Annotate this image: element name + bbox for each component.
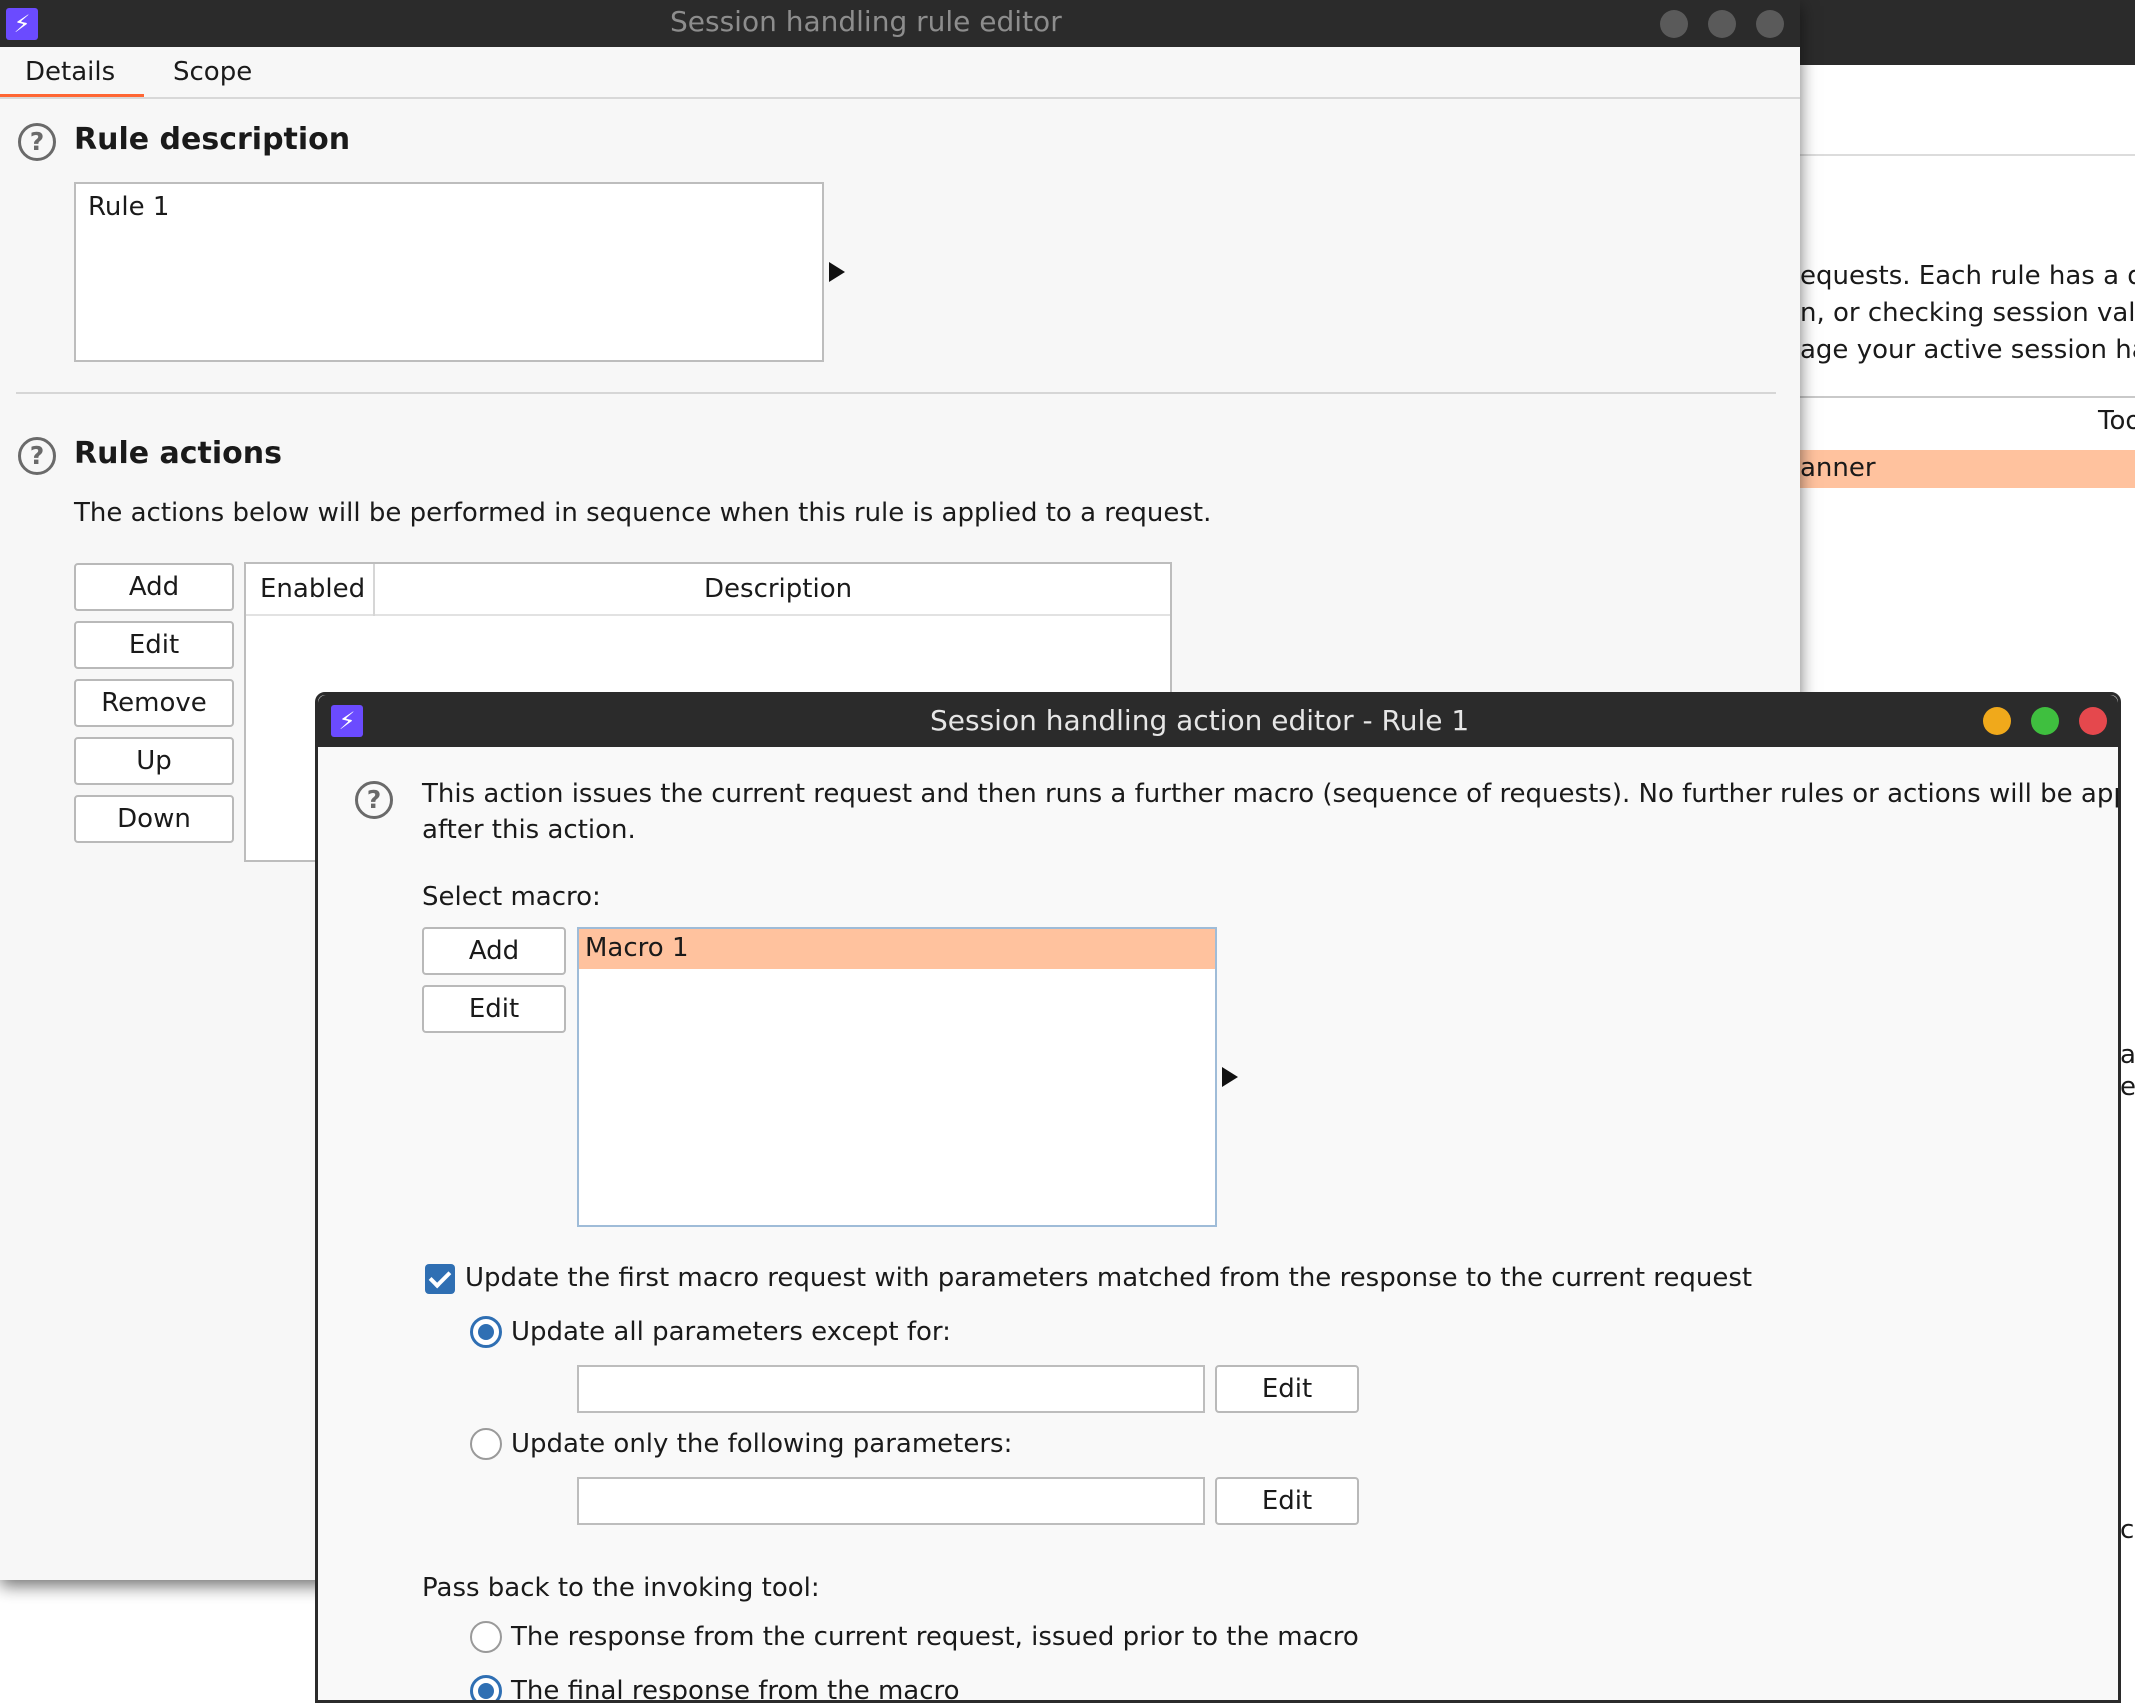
pass-back-final-response-label[interactable]: The final response from the macro	[511, 1676, 960, 1700]
remove-action-button[interactable]: Remove	[74, 679, 234, 727]
background-window-separator	[1790, 154, 2135, 156]
except-parameters-input[interactable]	[577, 1365, 1205, 1413]
edit-except-parameters-button[interactable]: Edit	[1215, 1365, 1359, 1413]
rule-editor-title: Session handling rule editor	[670, 5, 1062, 38]
table-header: Enabled Description	[246, 564, 1170, 616]
move-down-button[interactable]: Down	[74, 795, 234, 843]
section-divider	[16, 392, 1776, 394]
update-all-parameters-radio[interactable]	[470, 1316, 502, 1348]
edit-only-parameters-button[interactable]: Edit	[1215, 1477, 1359, 1525]
edit-action-button[interactable]: Edit	[74, 621, 234, 669]
maximize-button[interactable]	[1708, 10, 1736, 38]
app-lightning-icon: ⚡	[6, 8, 38, 40]
pass-back-current-response-radio[interactable]	[470, 1621, 502, 1653]
background-table-cell: anner	[1800, 453, 1876, 483]
background-window-titlebar	[1790, 0, 2135, 65]
column-header-description[interactable]: Description	[704, 574, 852, 604]
macro-list-item-selected[interactable]: Macro 1	[579, 929, 1215, 969]
tabs-divider	[0, 97, 1800, 99]
tab-details[interactable]: Details	[25, 57, 115, 87]
background-table-column-header: Too	[2098, 406, 2135, 436]
background-window-description: equests. Each rule has a de n, or checki…	[1800, 258, 2135, 369]
action-editor-title: Session handling action editor - Rule 1	[930, 704, 1470, 737]
update-only-parameters-radio[interactable]	[470, 1428, 502, 1460]
background-text-line: n, or checking session validi	[1800, 298, 2135, 328]
background-text-fragment: e	[2120, 1072, 2135, 1102]
update-only-parameters-label[interactable]: Update only the following parameters:	[511, 1429, 1012, 1459]
rule-actions-heading: Rule actions	[74, 436, 283, 471]
pass-back-label: Pass back to the invoking tool:	[422, 1573, 820, 1603]
background-text-line: equests. Each rule has a de	[1800, 261, 2135, 291]
move-up-button[interactable]: Up	[74, 737, 234, 785]
action-info-line-2: after this action.	[422, 815, 636, 845]
update-all-parameters-label[interactable]: Update all parameters except for:	[511, 1317, 951, 1347]
background-text-fragment: a	[2120, 1040, 2135, 1070]
close-button[interactable]	[1756, 10, 1784, 38]
minimize-button[interactable]	[1983, 707, 2011, 735]
background-table-selected-row[interactable]: anner	[1790, 450, 2135, 488]
help-icon[interactable]: ?	[18, 437, 56, 475]
macro-list[interactable]: Macro 1	[577, 927, 1217, 1227]
pass-back-current-response-label[interactable]: The response from the current request, i…	[511, 1622, 1359, 1652]
column-header-enabled[interactable]: Enabled	[260, 574, 365, 604]
add-macro-button[interactable]: Add	[422, 927, 566, 975]
update-macro-request-label[interactable]: Update the first macro request with para…	[465, 1263, 1752, 1293]
background-table-header-line	[1790, 396, 2135, 398]
help-icon[interactable]: ?	[18, 123, 56, 161]
app-lightning-icon: ⚡	[331, 705, 363, 737]
background-text-line: age your active session hand	[1800, 335, 2135, 365]
column-separator	[373, 564, 375, 616]
background-text-fragment: c	[2120, 1515, 2135, 1545]
only-parameters-input[interactable]	[577, 1477, 1205, 1525]
rule-actions-description: The actions below will be performed in s…	[74, 498, 1212, 528]
help-icon[interactable]: ?	[355, 781, 393, 819]
maximize-button[interactable]	[2031, 707, 2059, 735]
macro-name: Macro 1	[585, 933, 689, 963]
rule-description-textarea[interactable]: Rule 1	[74, 182, 824, 362]
update-macro-request-checkbox[interactable]	[425, 1264, 455, 1294]
rule-description-value: Rule 1	[88, 192, 170, 222]
select-macro-label: Select macro:	[422, 882, 601, 912]
pass-back-final-response-radio[interactable]	[470, 1675, 502, 1700]
minimize-button[interactable]	[1660, 10, 1688, 38]
close-button[interactable]	[2079, 707, 2107, 735]
action-editor-titlebar: ⚡ Session handling action editor - Rule …	[318, 695, 2118, 747]
action-info-line-1: This action issues the current request a…	[422, 779, 2121, 809]
add-action-button[interactable]: Add	[74, 563, 234, 611]
expand-arrow-icon[interactable]	[829, 262, 845, 282]
tab-scope[interactable]: Scope	[173, 57, 252, 87]
expand-arrow-icon[interactable]	[1222, 1067, 1238, 1087]
action-editor-window: ⚡ Session handling action editor - Rule …	[315, 692, 2121, 1703]
edit-macro-button[interactable]: Edit	[422, 985, 566, 1033]
rule-description-heading: Rule description	[74, 122, 351, 157]
rule-editor-titlebar: ⚡ Session handling rule editor	[0, 0, 1800, 47]
